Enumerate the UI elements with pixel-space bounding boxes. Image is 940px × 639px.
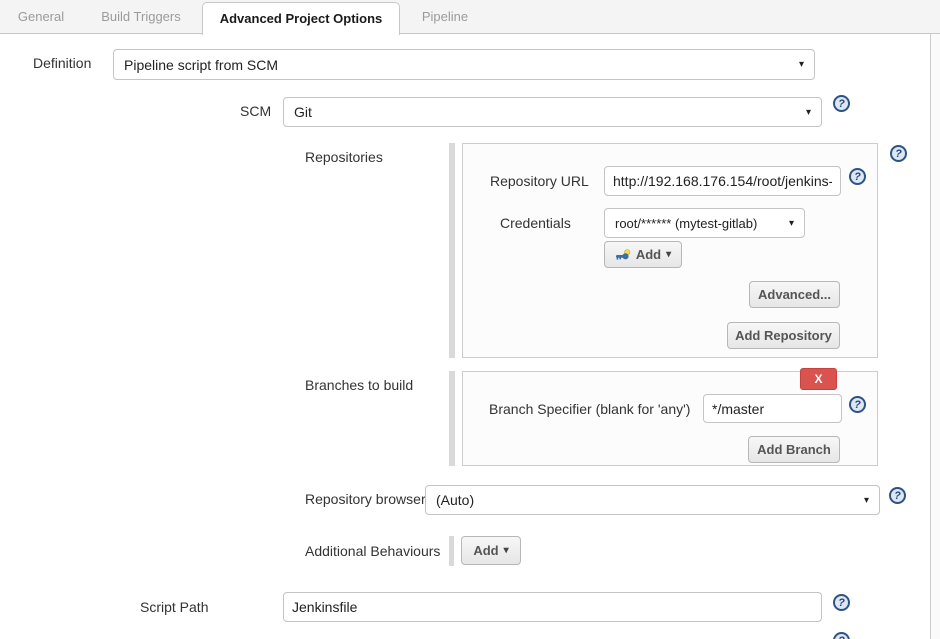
jenkins-project-config-page: General Build Triggers Advanced Project … <box>0 0 940 639</box>
chevron-down-icon: ▾ <box>666 249 671 260</box>
scm-select-value: Git <box>294 104 312 120</box>
help-icon-partial[interactable]: ? <box>833 632 850 639</box>
additional-behaviours-label: Additional Behaviours <box>305 543 440 559</box>
tab-pipeline[interactable]: Pipeline <box>410 0 480 33</box>
definition-select[interactable]: Pipeline script from SCM ▾ <box>113 49 815 80</box>
repository-url-input[interactable] <box>604 166 841 196</box>
branches-section-label: Branches to build <box>305 377 413 393</box>
branch-specifier-input[interactable] <box>703 394 842 423</box>
script-path-input[interactable] <box>283 592 822 622</box>
add-behaviour-button[interactable]: Add ▾ <box>461 536 521 565</box>
add-credentials-button[interactable]: Add ▾ <box>604 241 682 268</box>
tab-advanced-project-options[interactable]: Advanced Project Options <box>202 2 400 35</box>
repository-url-help-icon[interactable]: ? <box>849 168 866 185</box>
repeatable-chunk-handle <box>449 143 455 358</box>
branch-specifier-help-icon[interactable]: ? <box>849 396 866 413</box>
repository-browser-help-icon[interactable]: ? <box>889 487 906 504</box>
scm-select[interactable]: Git ▾ <box>283 97 822 127</box>
add-behaviour-button-label: Add <box>473 543 498 558</box>
repository-url-label: Repository URL <box>490 173 589 189</box>
repository-browser-select[interactable]: (Auto) ▾ <box>425 485 880 515</box>
chevron-down-icon: ▾ <box>504 545 509 556</box>
advanced-button[interactable]: Advanced... <box>749 281 840 308</box>
credentials-select[interactable]: root/****** (mytest-gitlab) ▾ <box>604 208 805 238</box>
repositories-help-icon[interactable]: ? <box>890 145 907 162</box>
repeatable-chunk-handle <box>449 536 454 566</box>
credentials-label: Credentials <box>500 215 571 231</box>
tab-general[interactable]: General <box>8 0 74 33</box>
add-branch-button[interactable]: Add Branch <box>748 436 840 463</box>
config-tab-bar: General Build Triggers Advanced Project … <box>0 0 940 34</box>
scm-label: SCM <box>240 103 271 119</box>
chevron-down-icon: ▾ <box>800 107 811 118</box>
chevron-down-icon: ▾ <box>793 59 804 70</box>
credentials-select-value: root/****** (mytest-gitlab) <box>615 216 757 231</box>
repositories-section-label: Repositories <box>305 149 383 165</box>
repository-browser-label: Repository browser <box>305 491 426 507</box>
definition-select-value: Pipeline script from SCM <box>124 57 278 73</box>
branch-specifier-label: Branch Specifier (blank for 'any') <box>489 401 690 417</box>
script-path-label: Script Path <box>140 599 208 615</box>
repeatable-chunk-handle <box>449 371 455 466</box>
definition-label: Definition <box>33 55 91 71</box>
delete-branch-button[interactable]: X <box>800 368 837 390</box>
tab-build-triggers[interactable]: Build Triggers <box>86 0 196 33</box>
content-right-edge <box>930 34 940 639</box>
add-repository-button[interactable]: Add Repository <box>727 322 840 349</box>
chevron-down-icon: ▾ <box>783 218 794 229</box>
scm-help-icon[interactable]: ? <box>833 95 850 112</box>
repository-browser-select-value: (Auto) <box>436 492 474 508</box>
script-path-help-icon[interactable]: ? <box>833 594 850 611</box>
add-credentials-button-label: Add <box>636 247 661 262</box>
key-icon <box>615 249 631 261</box>
chevron-down-icon: ▾ <box>858 495 869 506</box>
